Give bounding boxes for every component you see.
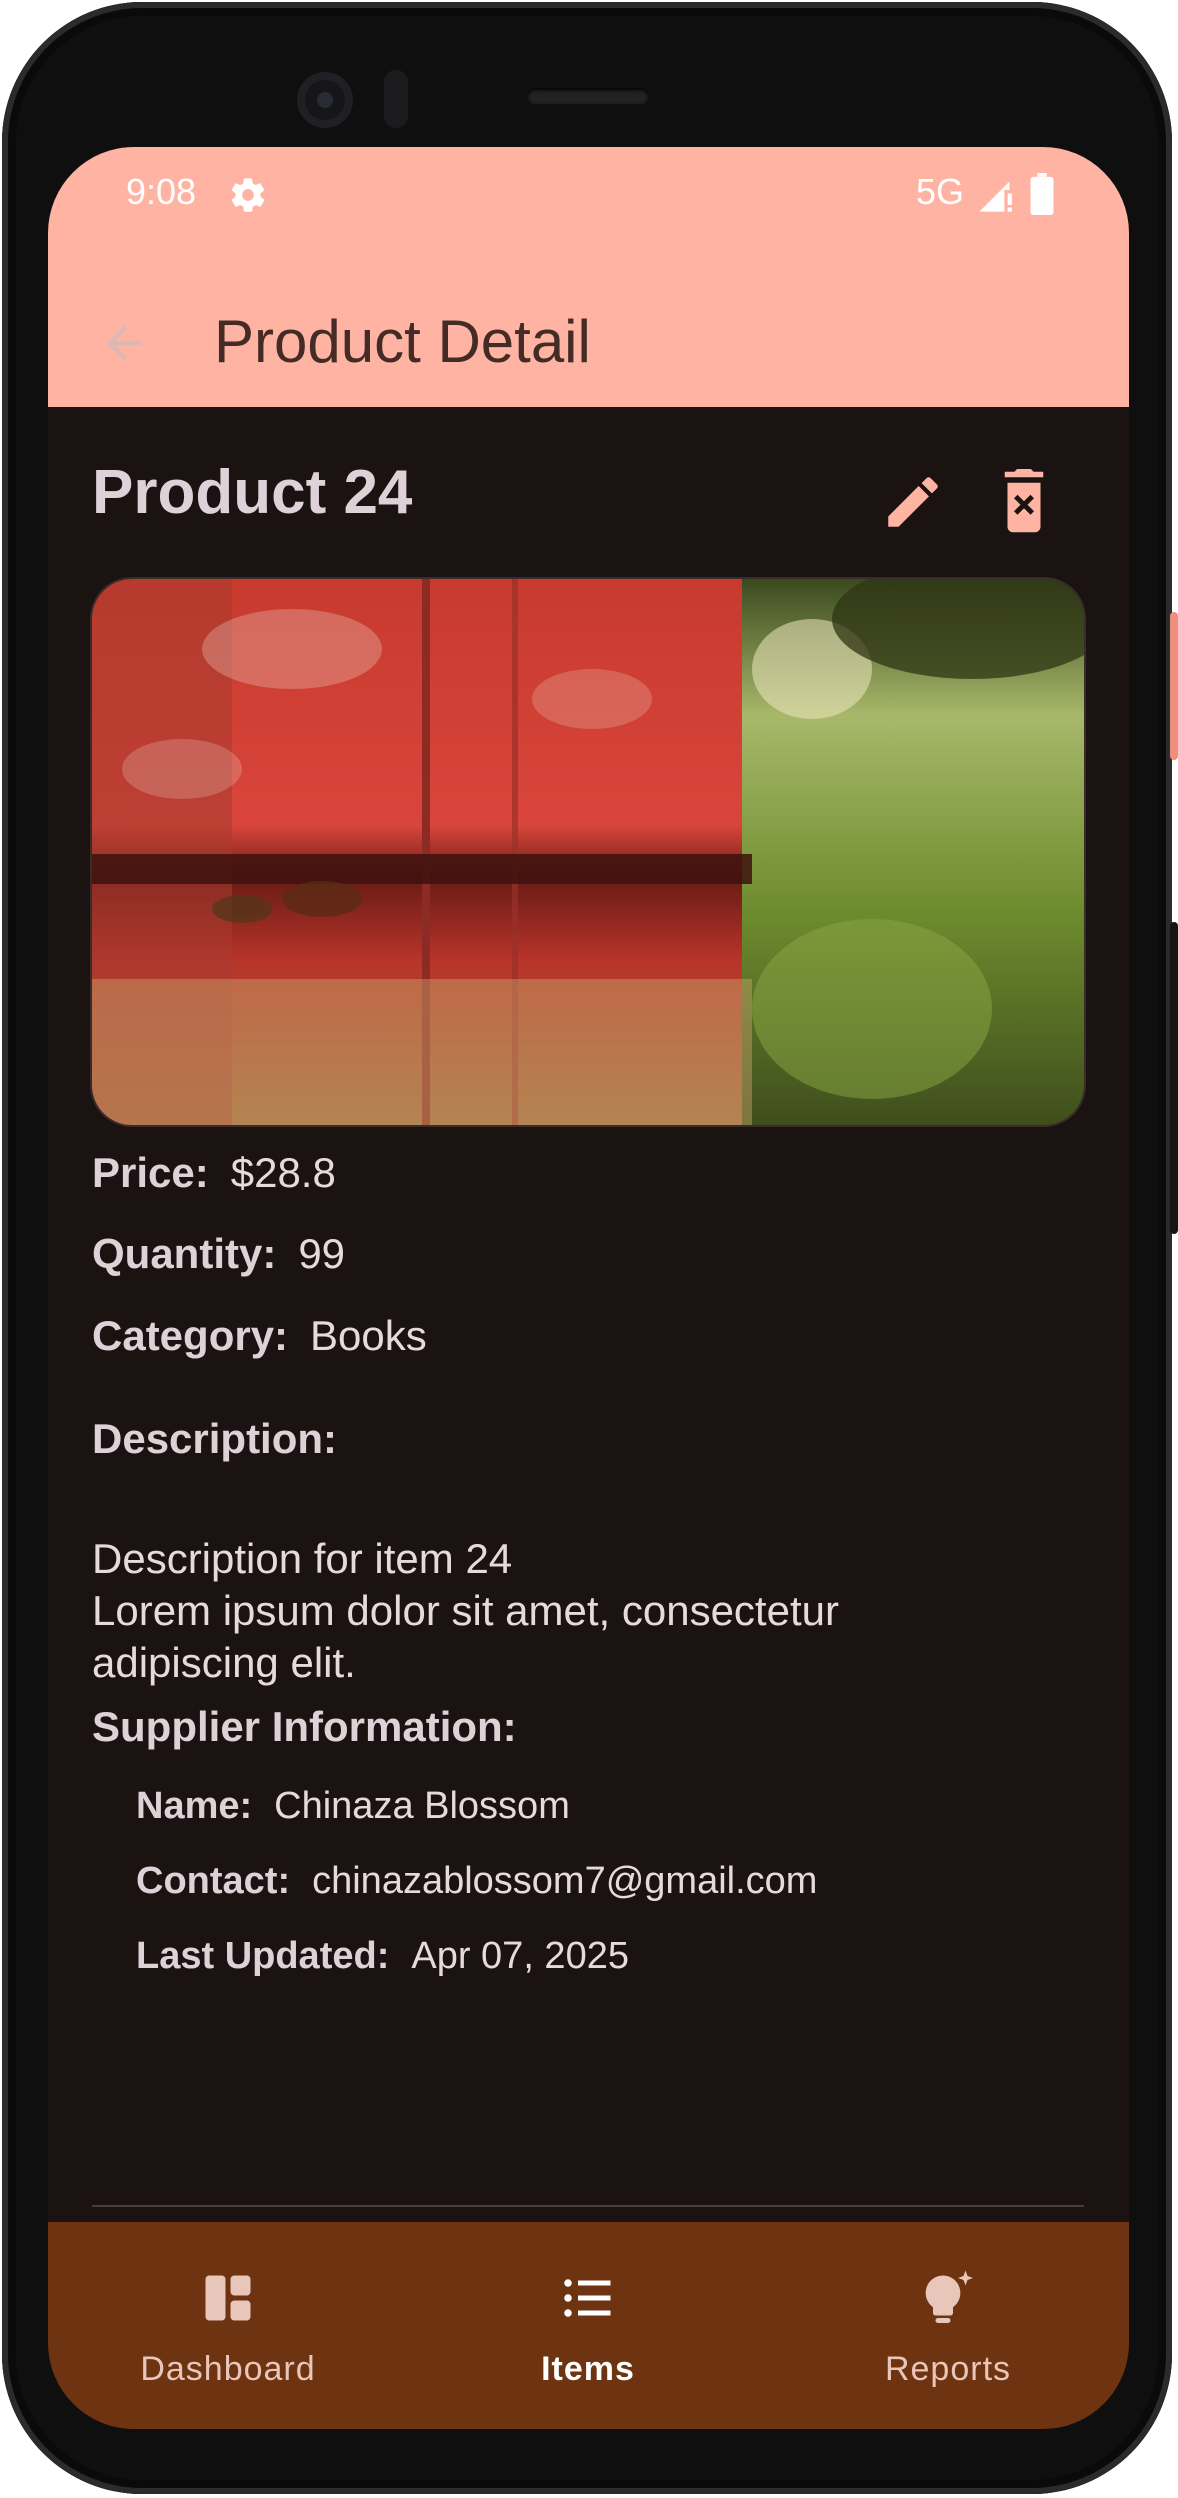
- product-image: [92, 579, 1084, 1125]
- battery-icon: [1030, 173, 1054, 215]
- supplier-contact-value: chinazablossom7@gmail.com: [312, 1860, 818, 1902]
- edit-icon[interactable]: [880, 469, 946, 535]
- earpiece-speaker: [527, 88, 649, 104]
- nav-item-items[interactable]: Items: [408, 2222, 768, 2429]
- category-row: Category: Books: [92, 1312, 427, 1360]
- nav-item-reports[interactable]: Reports: [768, 2222, 1128, 2429]
- category-label: Category:: [92, 1312, 289, 1359]
- status-bar: 9:08 5G: [48, 147, 1129, 265]
- supplier-name-value: Chinaza Blossom: [274, 1785, 570, 1827]
- supplier-contact-row: Contact: chinazablossom7@gmail.com: [136, 1860, 817, 1903]
- page-title: Product Detail: [214, 308, 591, 375]
- product-title: Product 24: [92, 458, 413, 527]
- screen: 9:08 5G Product Detail Product 24 Price:…: [48, 147, 1129, 2429]
- lightbulb-icon: [925, 2270, 973, 2323]
- nav-label-reports: Reports: [884, 2350, 1012, 2388]
- back-arrow-icon[interactable]: [98, 317, 150, 369]
- front-camera: [297, 72, 353, 128]
- network-type: 5G: [916, 171, 965, 212]
- last-updated-row: Last Updated: Apr 07, 2025: [136, 1935, 629, 1978]
- power-button: [1170, 612, 1178, 760]
- status-time: 9:08: [126, 171, 197, 212]
- volume-button: [1170, 922, 1178, 1234]
- quantity-value: 99: [298, 1230, 346, 1277]
- nav-label-dashboard: Dashboard: [140, 2350, 316, 2388]
- description-heading: Description:: [92, 1415, 338, 1462]
- dashboard-icon: [205, 2275, 251, 2321]
- nav-label-items: Items: [541, 2350, 635, 2388]
- price-value: $28.8: [230, 1149, 336, 1196]
- delete-icon[interactable]: [996, 469, 1052, 535]
- supplier-name-row: Name: Chinaza Blossom: [136, 1785, 570, 1828]
- list-icon: [564, 2279, 611, 2317]
- quantity-row: Quantity: 99: [92, 1230, 345, 1278]
- description-text: Description for item 24 Lorem ipsum dolo…: [92, 1535, 839, 1686]
- last-updated-value: Apr 07, 2025: [411, 1935, 629, 1977]
- signal-icon: [979, 181, 1012, 212]
- supplier-heading: Supplier Information:: [92, 1703, 517, 1750]
- gear-icon: [231, 178, 265, 212]
- supplier-contact-label: Contact:: [136, 1860, 291, 1902]
- last-updated-label: Last Updated:: [136, 1935, 390, 1977]
- price-row: Price: $28.8: [92, 1149, 336, 1197]
- supplier-name-label: Name:: [136, 1785, 253, 1827]
- section-divider: [92, 2205, 1084, 2207]
- app-bar: Product Detail: [48, 265, 1129, 407]
- nav-item-dashboard[interactable]: Dashboard: [48, 2222, 408, 2429]
- quantity-label: Quantity:: [92, 1230, 277, 1277]
- price-label: Price:: [92, 1149, 209, 1196]
- phone-frame: 9:08 5G Product Detail Product 24 Price:…: [2, 2, 1178, 2494]
- category-value: Books: [310, 1312, 427, 1359]
- bottom-navigation: Dashboard Items Reports: [48, 2222, 1129, 2429]
- proximity-sensor: [384, 70, 408, 128]
